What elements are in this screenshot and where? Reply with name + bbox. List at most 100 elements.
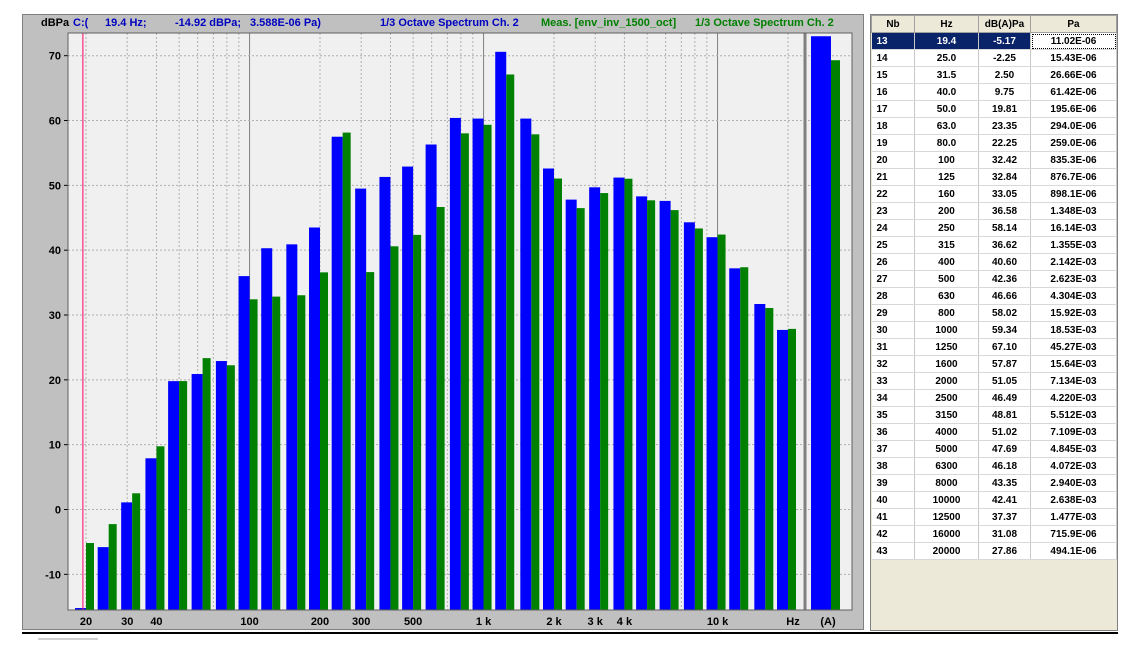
bar-series2[interactable] — [460, 133, 469, 610]
bar-series1[interactable] — [145, 458, 157, 610]
bar-series2[interactable] — [576, 208, 585, 610]
table-row[interactable]: 39 8000 43.35 2.940E-03 — [871, 474, 1117, 492]
bar-series1[interactable] — [215, 361, 227, 610]
table-row[interactable]: 20 100 32.42 835.3E-06 — [871, 151, 1117, 169]
bar-series2[interactable] — [788, 328, 796, 610]
bar-series1[interactable] — [472, 118, 484, 611]
bar-series1[interactable] — [777, 329, 788, 610]
table-row[interactable]: 15 31.5 2.50 26.66E-06 — [871, 66, 1117, 84]
bar-series2[interactable] — [717, 234, 726, 610]
table-row[interactable]: 13 19.4 -5.17 11.02E-06 — [871, 32, 1117, 50]
bar-series2[interactable] — [132, 493, 141, 610]
bar-series1[interactable] — [286, 244, 298, 610]
bar-series2[interactable] — [156, 446, 165, 610]
table-row[interactable]: 30 1000 59.34 18.53E-03 — [871, 321, 1117, 339]
spectrum-chart-panel[interactable]: -10 0 10 20 30 40 50 60 70 20 30 40 100 200 300 500 1 k 2… — [22, 14, 864, 630]
bar-series2[interactable] — [624, 178, 633, 610]
bar-series2[interactable] — [483, 124, 492, 611]
bar-series2[interactable] — [554, 178, 562, 610]
bar-series1[interactable] — [379, 176, 391, 610]
overall-bar-series2[interactable] — [831, 60, 840, 611]
table-row[interactable]: 19 80.0 22.25 259.0E-06 — [871, 134, 1117, 152]
table-row[interactable]: 29 800 58.02 15.92E-03 — [871, 304, 1117, 322]
bar-series1[interactable] — [543, 168, 554, 611]
bar-series2[interactable] — [765, 308, 774, 610]
table-row[interactable]: 16 40.0 9.75 61.42E-06 — [871, 83, 1117, 101]
column-header-hz[interactable]: Hz — [914, 15, 979, 33]
table-row[interactable]: 18 63.0 23.35 294.0E-06 — [871, 117, 1117, 135]
bar-series2[interactable] — [342, 132, 351, 610]
bar-series1[interactable] — [495, 51, 507, 610]
bar-series1[interactable] — [191, 374, 203, 610]
table-row[interactable]: 37 5000 47.69 4.845E-03 — [871, 440, 1117, 458]
table-row[interactable]: 26 400 40.60 2.142E-03 — [871, 253, 1117, 271]
table-row[interactable]: 43 20000 27.86 494.1E-06 — [871, 542, 1117, 560]
bar-series1[interactable] — [309, 227, 320, 610]
bar-series1[interactable] — [261, 248, 273, 610]
column-header-pa[interactable]: Pa — [1030, 15, 1117, 33]
table-row[interactable]: 27 500 42.36 2.623E-03 — [871, 270, 1117, 288]
table-row[interactable]: 33 2000 51.05 7.134E-03 — [871, 372, 1117, 390]
bar-series2[interactable] — [670, 210, 679, 610]
bar-series2[interactable] — [320, 272, 328, 610]
bar-series2[interactable] — [179, 381, 188, 610]
bar-series1[interactable] — [636, 196, 648, 610]
bar-series1[interactable] — [425, 144, 437, 610]
bar-series1[interactable] — [706, 237, 718, 610]
spectrum-chart[interactable]: -10 0 10 20 30 40 50 60 70 20 30 40 100 200 300 500 1 k 2… — [23, 15, 865, 631]
bar-series1[interactable] — [659, 200, 671, 610]
bar-series2[interactable] — [506, 74, 515, 611]
table-row[interactable]: 36 4000 51.02 7.109E-03 — [871, 423, 1117, 441]
bar-series2[interactable] — [226, 365, 235, 610]
bar-series2[interactable] — [647, 200, 656, 610]
bar-series1[interactable] — [402, 166, 414, 611]
overall-bar-series1[interactable] — [811, 36, 831, 610]
table-row[interactable]: 28 630 46.66 4.304E-03 — [871, 287, 1117, 305]
bar-series1[interactable] — [683, 222, 695, 610]
bar-series2[interactable] — [366, 272, 375, 610]
bar-series2[interactable] — [390, 246, 399, 610]
table-row[interactable]: 21 125 32.84 876.7E-06 — [871, 168, 1117, 186]
column-header-db[interactable]: dB(A)Pa — [978, 15, 1031, 33]
bar-series2[interactable] — [531, 134, 540, 610]
band-table-panel[interactable]: Nb Hz dB(A)Pa Pa 13 19.4 -5.17 11.02E-06 14 2… — [870, 14, 1118, 631]
bar-series1[interactable] — [613, 177, 625, 610]
table-row[interactable]: 25 315 36.62 1.355E-03 — [871, 236, 1117, 254]
bar-series1[interactable] — [97, 547, 109, 610]
bar-series1[interactable] — [355, 188, 367, 610]
bar-series2[interactable] — [413, 234, 422, 610]
bar-series1[interactable] — [238, 276, 250, 610]
bar-series2[interactable] — [202, 358, 211, 610]
bar-series1[interactable] — [168, 381, 180, 610]
bar-series1[interactable] — [729, 268, 741, 610]
table-row[interactable]: 42 16000 31.08 715.9E-06 — [871, 525, 1117, 543]
bar-series2[interactable] — [86, 543, 94, 610]
table-row[interactable]: 24 250 58.14 16.14E-03 — [871, 219, 1117, 237]
table-row[interactable]: 40 10000 42.41 2.638E-03 — [871, 491, 1117, 509]
column-header-nb[interactable]: Nb — [871, 15, 915, 33]
table-row[interactable]: 34 2500 46.49 4.220E-03 — [871, 389, 1117, 407]
bar-series1[interactable] — [449, 117, 461, 611]
bar-series2[interactable] — [108, 524, 117, 610]
table-row[interactable]: 22 160 33.05 898.1E-06 — [871, 185, 1117, 203]
table-row[interactable]: 35 3150 48.81 5.512E-03 — [871, 406, 1117, 424]
bar-series1[interactable] — [121, 502, 133, 610]
bar-series1[interactable] — [565, 199, 577, 610]
bar-series2[interactable] — [600, 193, 609, 610]
bar-series2[interactable] — [740, 267, 749, 610]
bar-series2[interactable] — [272, 296, 281, 610]
bar-series2[interactable] — [436, 207, 445, 611]
table-row[interactable]: 23 200 36.58 1.348E-03 — [871, 202, 1117, 220]
bar-series2[interactable] — [694, 228, 703, 610]
bar-series1[interactable] — [754, 303, 766, 610]
bar-series2[interactable] — [297, 295, 306, 610]
bar-series2[interactable] — [249, 299, 258, 610]
table-row[interactable]: 14 25.0 -2.25 15.43E-06 — [871, 49, 1117, 67]
bar-series1[interactable] — [589, 187, 601, 610]
table-row[interactable]: 31 1250 67.10 45.27E-03 — [871, 338, 1117, 356]
table-row[interactable]: 38 6300 46.18 4.072E-03 — [871, 457, 1117, 475]
table-row[interactable]: 17 50.0 19.81 195.6E-06 — [871, 100, 1117, 118]
bar-series1[interactable] — [331, 136, 343, 610]
bar-series1[interactable] — [520, 118, 532, 611]
table-row[interactable]: 32 1600 57.87 15.64E-03 — [871, 355, 1117, 373]
